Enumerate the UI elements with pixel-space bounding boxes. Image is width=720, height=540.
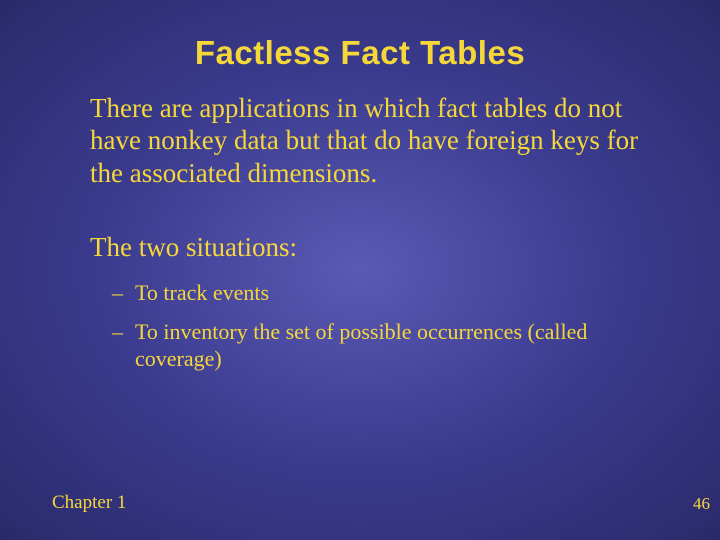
content-area: There are applications in which fact tab… bbox=[0, 92, 720, 373]
slide-title: Factless Fact Tables bbox=[0, 0, 720, 92]
bullet-dash-icon: – bbox=[112, 318, 123, 347]
list-item: – To track events bbox=[90, 279, 660, 308]
bullet-text: To track events bbox=[135, 279, 269, 307]
footer-page-number: 46 bbox=[693, 494, 710, 514]
footer-chapter: Chapter 1 bbox=[52, 492, 126, 514]
bullet-text: To inventory the set of possible occurre… bbox=[135, 318, 660, 373]
list-item: – To inventory the set of possible occur… bbox=[90, 318, 660, 373]
bullet-dash-icon: – bbox=[112, 279, 123, 308]
intro-paragraph: There are applications in which fact tab… bbox=[90, 92, 660, 189]
subheading: The two situations: bbox=[90, 231, 660, 265]
